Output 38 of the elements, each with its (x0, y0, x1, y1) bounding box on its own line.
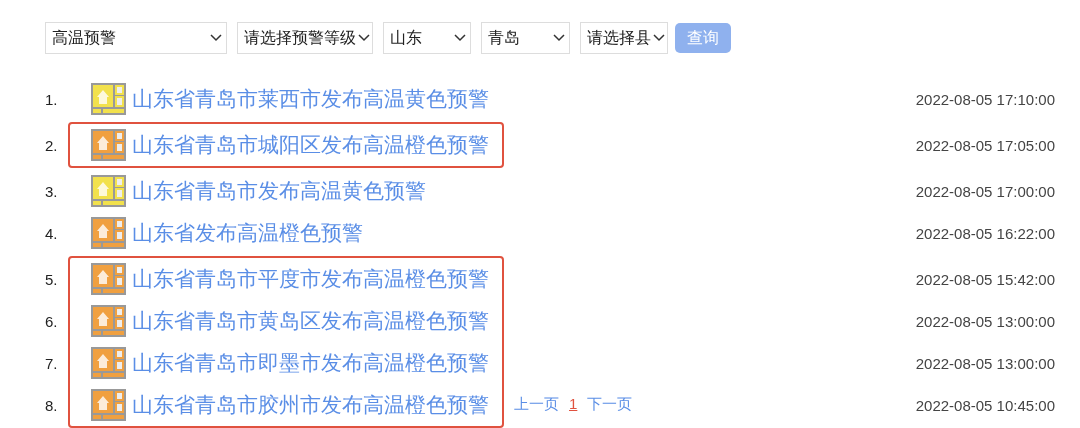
list-number: 7. (45, 354, 58, 372)
timestamp: 2022-08-05 17:00:00 (915, 182, 1055, 200)
timestamp: 2022-08-05 13:00:00 (915, 312, 1055, 330)
page-link[interactable]: 1 (569, 395, 578, 414)
dropdown[interactable]: 请选择县 (580, 22, 668, 54)
warning-link[interactable]: 山东省青岛市平度市发布高温橙色预警 (132, 265, 489, 293)
timestamp: 2022-08-05 17:05:00 (915, 136, 1055, 154)
list-number: 3. (45, 182, 58, 200)
dropdown[interactable]: 请选择预警等级 (237, 22, 373, 54)
timestamp: 2022-08-05 17:10:00 (915, 90, 1055, 108)
timestamp: 2022-08-05 10:45:00 (915, 396, 1055, 414)
chevron-down-icon (454, 34, 466, 42)
list-number: 6. (45, 312, 58, 330)
dropdown[interactable]: 山东 (383, 22, 471, 54)
timestamp: 2022-08-05 13:00:00 (915, 354, 1055, 372)
chevron-down-icon (553, 34, 565, 42)
chevron-down-icon (653, 34, 665, 42)
warning-link[interactable]: 山东省青岛市发布高温黄色预警 (132, 177, 426, 205)
warning-link[interactable]: 山东省青岛市即墨市发布高温橙色预警 (132, 349, 489, 377)
dropdown[interactable]: 高温预警 (45, 22, 227, 54)
warning-link[interactable]: 山东省青岛市城阳区发布高温橙色预警 (132, 131, 489, 159)
list-number: 8. (45, 396, 58, 414)
warning-link[interactable]: 山东省发布高温橙色预警 (132, 219, 363, 247)
next-page-link[interactable]: 下一页 (587, 395, 633, 414)
previous-page-link[interactable]: 上一页 (514, 395, 559, 414)
chevron-down-icon (358, 34, 370, 42)
timestamp: 2022-08-05 16:22:00 (915, 224, 1055, 242)
warning-link[interactable]: 山东省青岛市黄岛区发布高温橙色预警 (132, 307, 489, 335)
timestamp: 2022-08-05 15:42:00 (915, 270, 1055, 288)
warning-link[interactable]: 山东省青岛市胶州市发布高温橙色预警 (132, 391, 489, 419)
list-number: 2. (45, 136, 58, 154)
warning-link[interactable]: 山东省青岛市莱西市发布高温黄色预警 (132, 85, 489, 113)
list-number: 5. (45, 270, 58, 288)
list-number: 1. (45, 90, 58, 108)
search-button[interactable]: 查询 (675, 23, 731, 53)
dropdown[interactable]: 青岛 (481, 22, 570, 54)
chevron-down-icon (210, 34, 222, 42)
list-number: 4. (45, 224, 58, 242)
